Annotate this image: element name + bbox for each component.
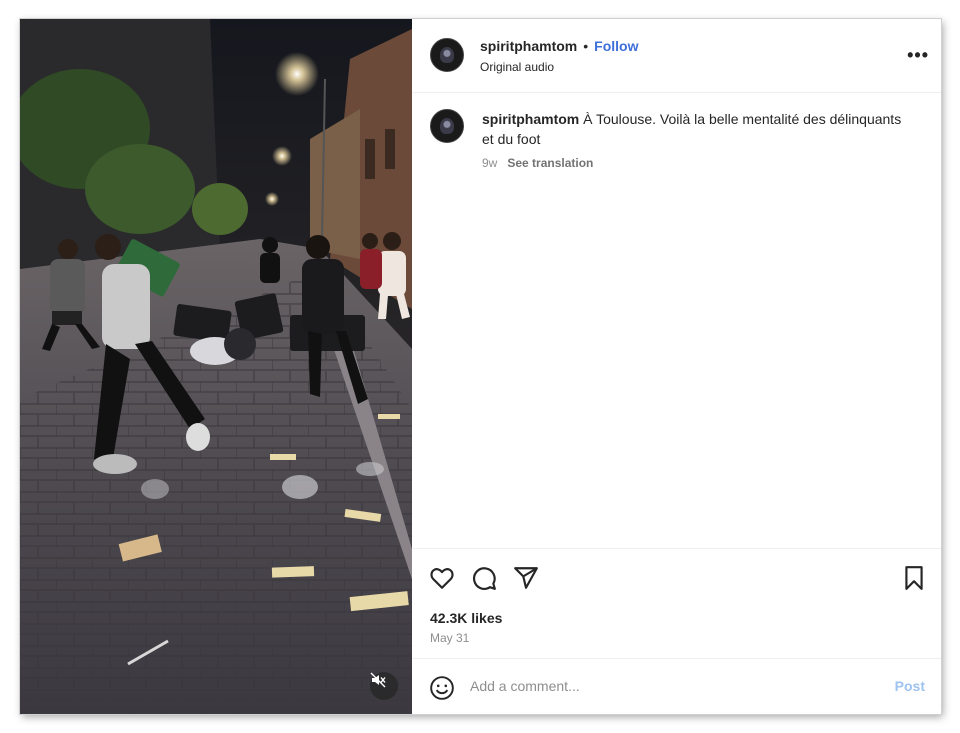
author-line: spiritphamtom • Follow: [480, 38, 638, 56]
caption-avatar[interactable]: [430, 109, 464, 143]
instagram-post-frame: spiritphamtom • Follow Original audio ••• …: [20, 19, 941, 714]
post-date[interactable]: May 31: [430, 631, 469, 645]
comment-input[interactable]: [470, 675, 870, 697]
muted-speaker-icon: [370, 672, 386, 688]
post-age[interactable]: 9w: [482, 156, 497, 170]
caption-username[interactable]: spiritphamtom: [482, 111, 579, 127]
paper-plane-icon[interactable]: [513, 565, 539, 591]
smiley-icon[interactable]: [429, 675, 455, 701]
bookmark-icon[interactable]: [901, 565, 927, 591]
mute-toggle-button[interactable]: [370, 672, 398, 700]
like-count[interactable]: 42.3K likes: [430, 610, 502, 626]
author-avatar[interactable]: [430, 38, 464, 72]
more-options-icon[interactable]: •••: [907, 45, 929, 66]
audio-label[interactable]: Original audio: [480, 60, 554, 74]
separator-dot: •: [583, 38, 589, 54]
heart-icon[interactable]: [429, 565, 455, 591]
caption: spiritphamtom À Toulouse. Voilà la belle…: [482, 109, 902, 149]
action-bar: 42.3K likes May 31: [412, 548, 941, 658]
post-header: spiritphamtom • Follow Original audio •••: [412, 19, 941, 93]
see-translation-link[interactable]: See translation: [507, 156, 593, 170]
post-details-panel: spiritphamtom • Follow Original audio ••• …: [412, 19, 941, 714]
street-scene-video-frame: [20, 19, 412, 714]
author-username[interactable]: spiritphamtom: [480, 38, 577, 54]
post-video[interactable]: [20, 19, 412, 714]
follow-button[interactable]: Follow: [594, 38, 638, 54]
comment-bar: Post: [412, 658, 941, 714]
post-comment-button[interactable]: Post: [895, 678, 925, 694]
comment-bubble-icon[interactable]: [471, 565, 497, 591]
caption-meta: 9w See translation: [482, 156, 603, 170]
